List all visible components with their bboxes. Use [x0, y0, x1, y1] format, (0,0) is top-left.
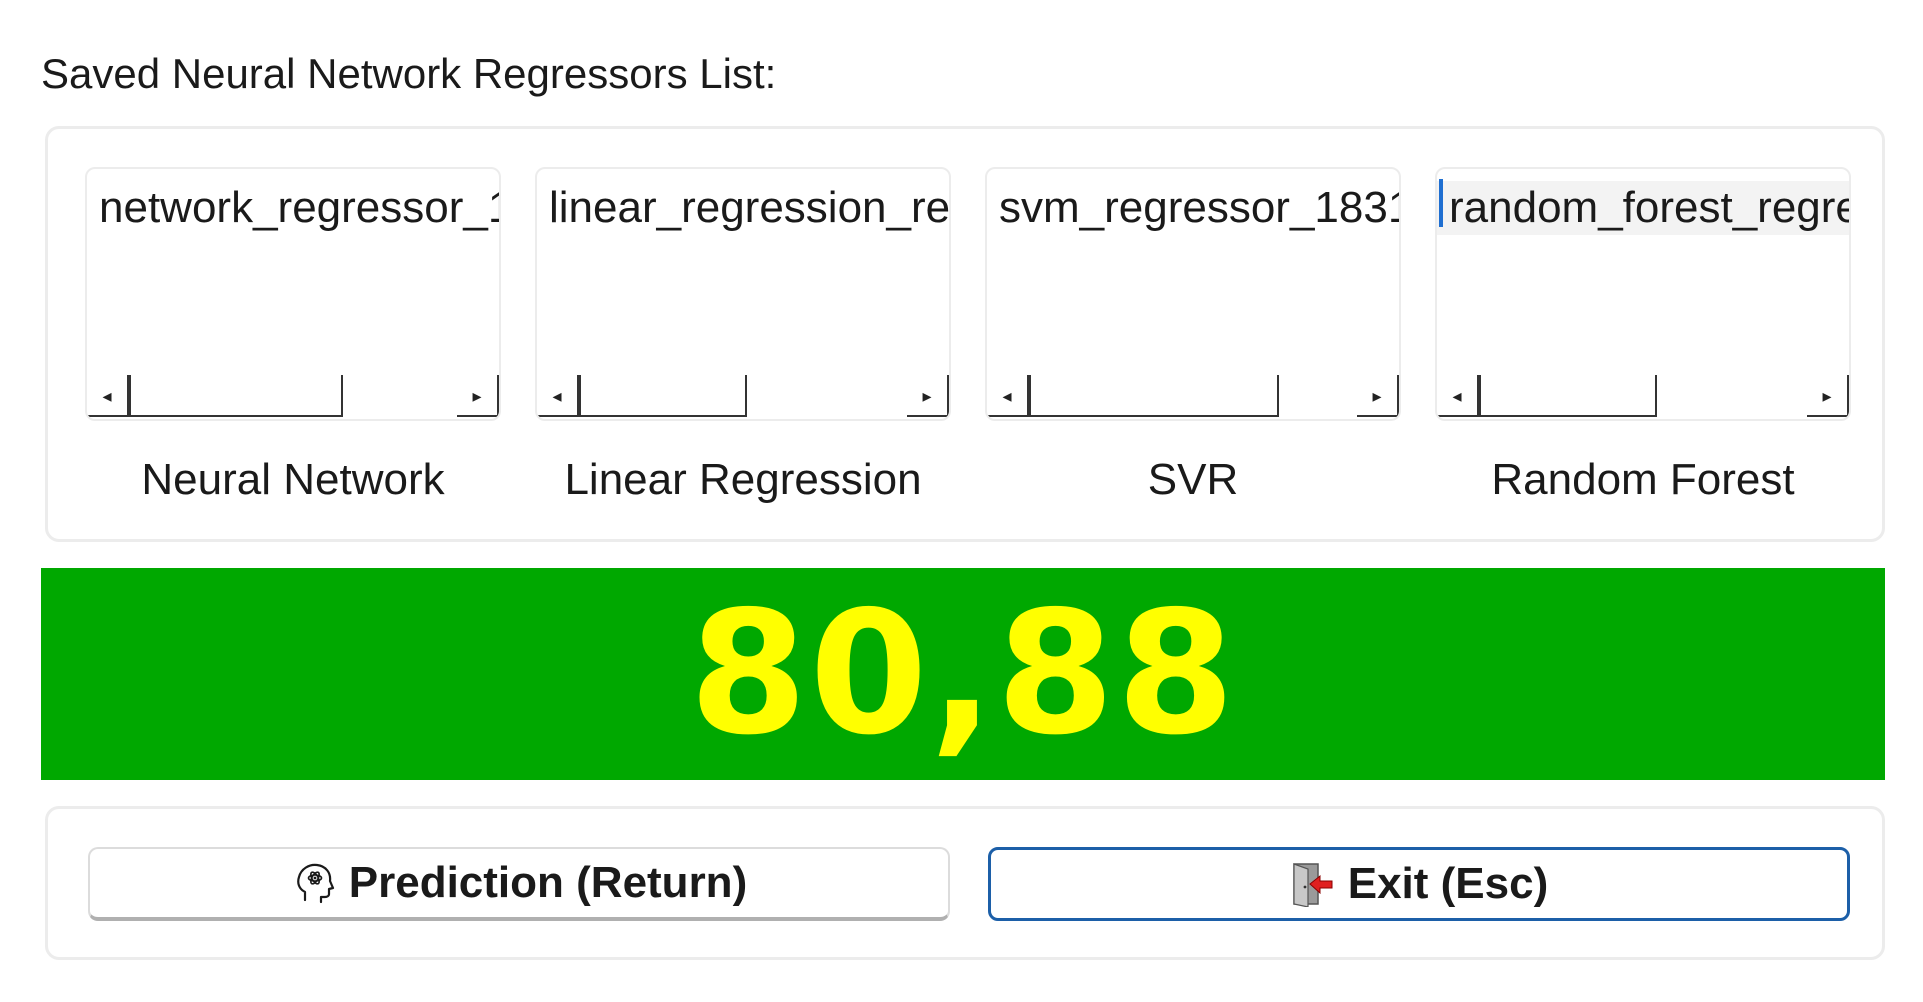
scroll-left-arrow-icon[interactable]: ◂ — [1437, 375, 1479, 417]
horizontal-scrollbar[interactable]: ◂ ▸ — [87, 373, 499, 419]
linear-regression-listbox[interactable]: linear_regression_reg ◂ ▸ — [535, 167, 951, 421]
svr-label: SVR — [1147, 455, 1239, 504]
prediction-button[interactable]: Prediction (Return) — [88, 847, 950, 921]
scroll-right-arrow-icon[interactable]: ▸ — [1807, 375, 1849, 417]
scroll-thumb[interactable] — [1479, 375, 1657, 417]
scroll-right-arrow-icon[interactable]: ▸ — [1357, 375, 1399, 417]
scroll-right-arrow-icon[interactable]: ▸ — [457, 375, 499, 417]
scroll-left-arrow-icon[interactable]: ◂ — [537, 375, 579, 417]
horizontal-scrollbar[interactable]: ◂ ▸ — [537, 373, 949, 419]
brain-head-icon — [291, 860, 337, 906]
page-title: Saved Neural Network Regressors List: — [41, 50, 777, 97]
list-item[interactable]: network_regressor_1 — [99, 181, 499, 235]
prediction-value: 80,88 — [689, 575, 1237, 773]
scroll-left-arrow-icon[interactable]: ◂ — [987, 375, 1029, 417]
scroll-right-arrow-icon[interactable]: ▸ — [907, 375, 949, 417]
models-group: network_regressor_1 ◂ ▸ Neural Network l… — [45, 126, 1885, 542]
exit-button-label: Exit (Esc) — [1347, 859, 1549, 908]
buttons-group: Prediction (Return) Exit (Esc) — [45, 806, 1885, 960]
exit-door-icon — [1290, 861, 1336, 908]
scroll-thumb[interactable] — [1029, 375, 1279, 417]
list-item[interactable]: linear_regression_reg — [549, 181, 949, 235]
scroll-thumb[interactable] — [579, 375, 747, 417]
exit-button[interactable]: Exit (Esc) — [988, 847, 1850, 921]
prediction-button-label: Prediction (Return) — [348, 858, 748, 907]
scroll-thumb[interactable] — [129, 375, 343, 417]
horizontal-scrollbar[interactable]: ◂ ▸ — [1437, 373, 1849, 419]
neural-network-label: Neural Network — [141, 455, 445, 504]
prediction-result-banner: 80,88 — [41, 568, 1885, 780]
random-forest-listbox[interactable]: random_forest_regre ◂ ▸ — [1435, 167, 1851, 421]
linear-regression-label: Linear Regression — [564, 455, 922, 504]
list-item[interactable]: svm_regressor_18313 — [999, 181, 1399, 235]
scroll-left-arrow-icon[interactable]: ◂ — [87, 375, 129, 417]
text-cursor — [1439, 179, 1443, 227]
list-item-selected[interactable]: random_forest_regre — [1437, 181, 1849, 235]
horizontal-scrollbar[interactable]: ◂ ▸ — [987, 373, 1399, 419]
svr-listbox[interactable]: svm_regressor_18313 ◂ ▸ — [985, 167, 1401, 421]
random-forest-label: Random Forest — [1491, 455, 1795, 504]
neural-network-listbox[interactable]: network_regressor_1 ◂ ▸ — [85, 167, 501, 421]
